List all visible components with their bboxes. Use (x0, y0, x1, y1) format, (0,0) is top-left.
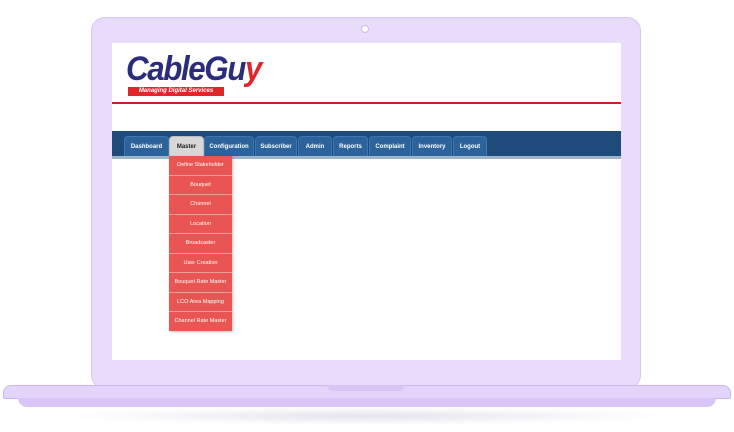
cableguy-logo[interactable]: CableGuy Managing Digital Services (126, 51, 262, 101)
laptop-base-bottom (18, 398, 716, 407)
menu-item-location[interactable]: Location (169, 215, 232, 234)
logo-tagline: Managing Digital Services (128, 87, 224, 96)
logo-text-main: CableGu (126, 50, 246, 88)
tab-inventory[interactable]: Inventory (412, 136, 452, 156)
tab-dashboard[interactable]: Dashboard (124, 136, 169, 156)
logo-text-accent: y (244, 50, 262, 88)
laptop-shadow (60, 407, 674, 425)
webcam (361, 25, 369, 33)
menu-item-channel-rate-master[interactable]: Channel Rate Master (169, 312, 232, 331)
tab-complaint[interactable]: Complaint (369, 136, 411, 156)
tab-reports[interactable]: Reports (333, 136, 368, 156)
menu-item-broadcaster[interactable]: Broadcaster (169, 234, 232, 254)
laptop-notch (327, 385, 405, 391)
tab-configuration[interactable]: Configuration (204, 136, 254, 156)
tab-logout[interactable]: Logout (453, 136, 487, 156)
tab-master[interactable]: Master (169, 136, 204, 156)
menu-item-bouquet[interactable]: Bouquet (169, 176, 232, 195)
logo-text: CableGuy (126, 50, 262, 88)
menu-item-channel[interactable]: Channel (169, 195, 232, 215)
tab-admin[interactable]: Admin (298, 136, 332, 156)
header-divider (112, 102, 621, 104)
master-dropdown-menu: Define Stakeholder Bouquet Channel Locat… (169, 156, 232, 331)
main-nav: Dashboard Master Configuration Subscribe… (112, 131, 621, 159)
menu-item-lco-area-mapping[interactable]: LCO Area Mapping (169, 293, 232, 312)
menu-item-bouquet-rate-master[interactable]: Bouquet Rate Master (169, 273, 232, 293)
menu-item-user-creation[interactable]: User Creation (169, 254, 232, 273)
tab-subscriber[interactable]: Subscriber (255, 136, 297, 156)
menu-item-define-stakeholder[interactable]: Define Stakeholder (169, 156, 232, 176)
laptop-screen: CableGuy Managing Digital Services Dashb… (112, 43, 621, 360)
